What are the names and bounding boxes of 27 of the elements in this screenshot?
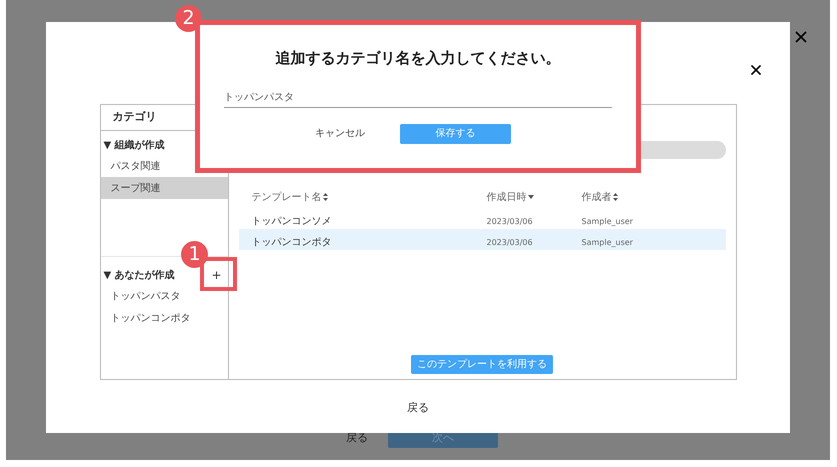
section-label[interactable]: ▼ 組織が作成 [104,138,165,152]
section-label[interactable]: ▼ あなたが作成 [104,268,175,282]
sidebar-title: カテゴリ [112,109,156,126]
table-cell: 2023/03/06 [486,238,533,246]
category-name-field[interactable]: トッパンパスタ [224,88,612,108]
category-item[interactable]: トッパンコンポタ [100,307,228,329]
sort-icon[interactable] [612,193,618,201]
back-button-text[interactable]: 戻る [346,430,368,446]
sort-desc-icon[interactable] [528,195,534,199]
close-icon[interactable] [748,62,764,78]
table-row[interactable]: トッパンコンポタ 2023/03/06 Sample_user [238,229,726,250]
table-cell: 2023/03/06 [486,216,533,226]
table-cell: トッパンコンポタ [252,236,332,248]
category-item[interactable]: スープ関連 [100,177,228,199]
column-header[interactable]: テンプレート名 [252,190,322,204]
table-cell: Sample_user [582,216,633,226]
category-item[interactable]: トッパンパスタ [100,285,228,307]
cancel-button[interactable]: キャンセル [315,126,365,141]
column-header[interactable]: 作成者 [582,190,612,204]
table-row[interactable]: トッパンコンソメ 2023/03/06 Sample_user [238,208,726,229]
sort-icon[interactable] [322,193,328,201]
back-link[interactable]: 戻る [407,400,429,416]
add-button[interactable]: + [209,269,224,281]
table-cell: Sample_user [582,238,633,246]
dialog-title: 追加するカテゴリ名を入力してください。 [274,48,562,69]
column-header[interactable]: 作成日時 [486,190,526,204]
table-cell: トッパンコンソメ [252,216,332,226]
